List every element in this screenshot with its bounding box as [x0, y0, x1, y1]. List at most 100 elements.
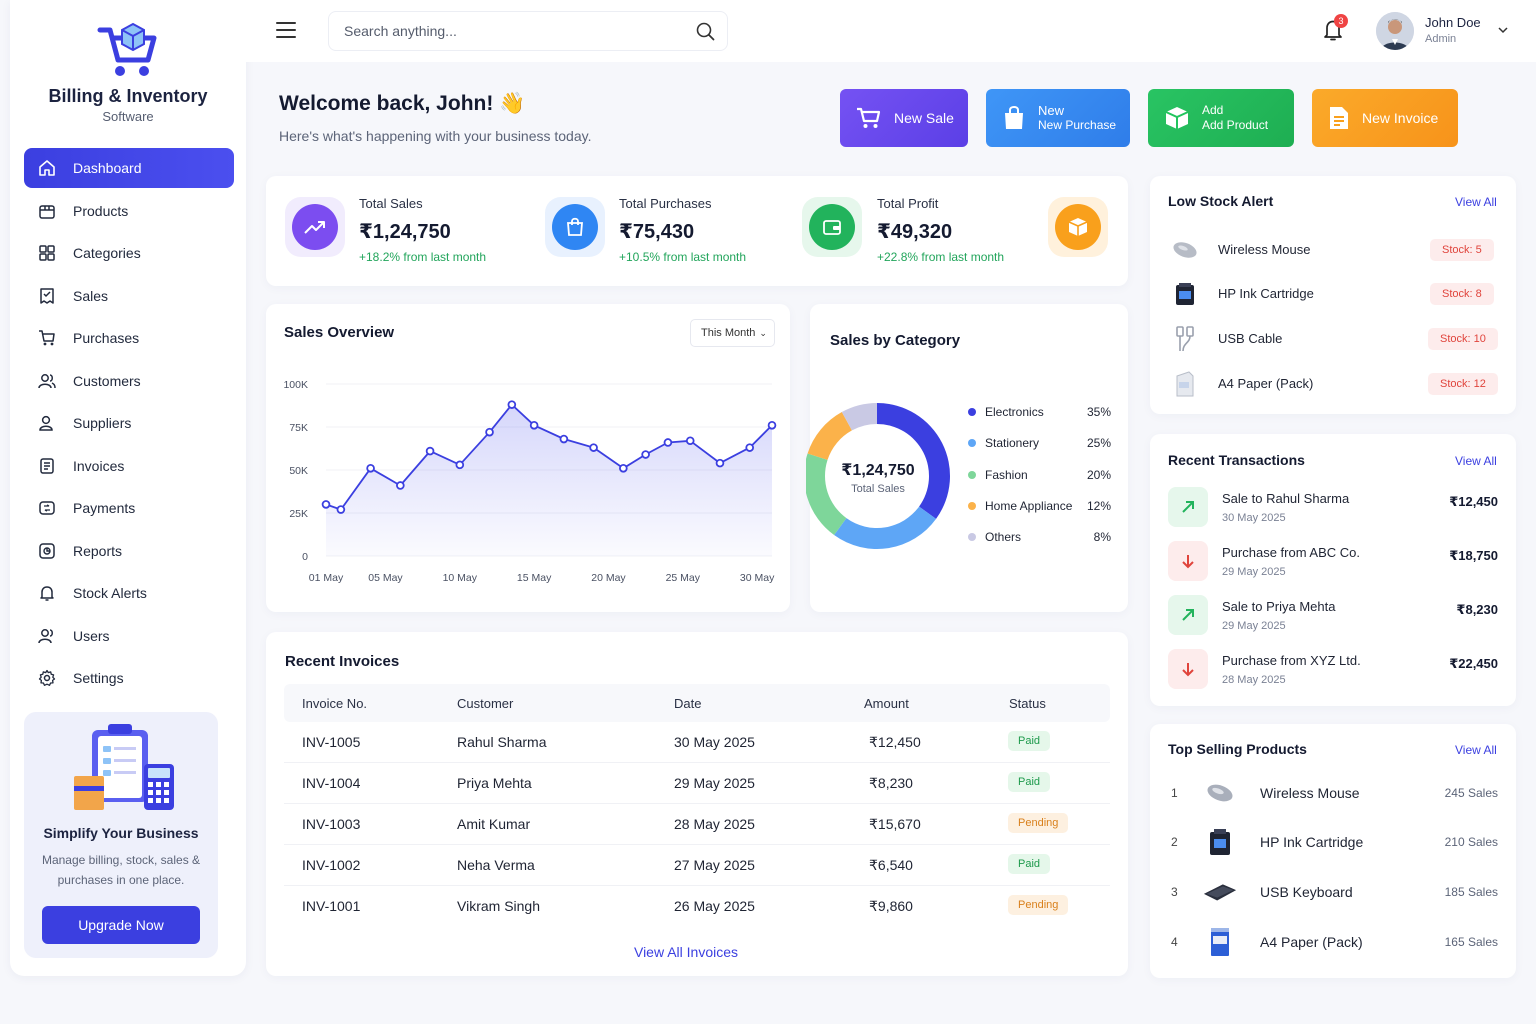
sidebar-item-products[interactable]: Products	[24, 191, 234, 231]
low-stock-item-name: Wireless Mouse	[1218, 242, 1311, 257]
mouse-icon	[1202, 775, 1238, 811]
search-icon[interactable]	[696, 22, 715, 41]
top-selling-view-all-link[interactable]: View All	[1455, 743, 1497, 757]
product-name: HP Ink Cartridge	[1260, 834, 1364, 850]
invoice-number[interactable]: INV-1005	[302, 734, 360, 750]
package-icon	[1055, 204, 1101, 250]
sales-data-point[interactable]	[529, 420, 539, 430]
pie-slice[interactable]	[807, 412, 852, 460]
donut-center-label: Total Sales	[851, 483, 905, 495]
sales-data-point[interactable]	[589, 443, 598, 452]
sales-data-point[interactable]	[685, 436, 695, 446]
sidebar-item-stock-alerts[interactable]: Stock Alerts	[24, 573, 234, 613]
avatar[interactable]	[1376, 12, 1414, 50]
new-purchase-label-1: New	[1038, 103, 1065, 118]
legend-item: Electronics 35%	[968, 405, 1111, 419]
invoice-number[interactable]: INV-1001	[302, 898, 360, 914]
legend-label: Fashion	[985, 467, 1028, 482]
status-badge: Paid	[1008, 772, 1051, 792]
report-icon	[38, 542, 56, 560]
column-header-date: Date	[674, 696, 702, 711]
invoice-number[interactable]: INV-1004	[302, 775, 360, 791]
sales-data-point[interactable]	[559, 434, 569, 444]
column-header-invoice: Invoice No.	[302, 696, 368, 711]
add-product-button[interactable]: Add Add Product	[1148, 89, 1294, 147]
sales-data-point[interactable]	[425, 446, 435, 456]
transaction-name: Purchase from XYZ Ltd.	[1222, 653, 1361, 668]
total-sales-value: ₹1,24,750	[359, 221, 451, 243]
transactions-view-all-link[interactable]: View All	[1455, 454, 1497, 468]
stock-badge: Stock: 5	[1430, 239, 1494, 261]
menu-icon[interactable]	[276, 22, 296, 40]
invoice-amount: ₹12,450	[869, 734, 921, 750]
total-profit-change: +22.8% from last month	[877, 250, 1005, 264]
page-title: Welcome back, John! 👋	[279, 92, 526, 115]
low-stock-view-all-link[interactable]: View All	[1455, 195, 1497, 209]
pie-slice[interactable]	[834, 506, 937, 549]
sidebar-item-label: Products	[73, 202, 129, 219]
sidebar-item-suppliers[interactable]: Suppliers	[24, 403, 234, 443]
brand-logo[interactable]: Billing & Inventory Software	[10, 22, 246, 124]
search-input[interactable]	[329, 12, 669, 50]
paper-pack-icon	[1202, 924, 1238, 960]
receipt-icon	[38, 287, 56, 305]
total-purchases-value: ₹75,430	[619, 221, 695, 243]
sidebar-item-users[interactable]: Users	[24, 616, 234, 656]
x-tick-label: 10 May	[443, 572, 478, 584]
sales-data-point[interactable]	[336, 505, 346, 514]
sales-data-point[interactable]	[641, 450, 650, 459]
transaction-amount: ₹18,750	[1449, 548, 1498, 563]
sales-data-point[interactable]	[455, 460, 465, 470]
recent-invoices-title: Recent Invoices	[285, 653, 400, 670]
invoice-number[interactable]: INV-1002	[302, 857, 360, 873]
invoice-number[interactable]: INV-1003	[302, 816, 360, 832]
new-purchase-button[interactable]: New New Purchase	[986, 89, 1130, 147]
x-tick-label: 15 May	[517, 572, 552, 584]
sidebar-item-customers[interactable]: Customers	[24, 361, 234, 401]
sales-data-point[interactable]	[507, 400, 517, 409]
sales-data-point[interactable]	[715, 458, 725, 468]
total-profit-value: ₹49,320	[877, 221, 953, 243]
sidebar-item-reports[interactable]: Reports	[24, 531, 234, 571]
cart-icon	[856, 106, 882, 130]
sales-data-point[interactable]	[485, 427, 494, 437]
sales-data-point[interactable]	[767, 420, 777, 430]
sidebar-item-label: Purchases	[73, 330, 140, 346]
sidebar-item-sales[interactable]: Sales	[24, 276, 234, 316]
arrow-down-icon	[1168, 649, 1208, 689]
period-select[interactable]: This Month ⌄	[690, 319, 775, 347]
new-sale-button[interactable]: New Sale	[840, 89, 968, 147]
sidebar-item-settings[interactable]: Settings	[24, 658, 234, 698]
y-tick-label: 75K	[289, 422, 308, 434]
sales-data-point[interactable]	[745, 443, 755, 452]
notification-bell[interactable]: 3	[1322, 14, 1348, 47]
upgrade-now-button[interactable]: Upgrade Now	[42, 906, 200, 944]
new-invoice-button[interactable]: New Invoice	[1312, 89, 1458, 147]
sales-data-point[interactable]	[366, 463, 375, 473]
sidebar-nav: Dashboard Products Categories Sales Purc…	[24, 148, 234, 701]
sales-data-point[interactable]	[663, 438, 673, 447]
user-icon	[38, 627, 56, 645]
sidebar-item-purchases[interactable]: Purchases	[24, 318, 234, 358]
legend-label: Stationery	[985, 436, 1040, 451]
sidebar-item-label: Settings	[73, 670, 124, 686]
sidebar-item-payments[interactable]: Payments	[24, 488, 234, 528]
topbar: 3 John Doe Admin	[246, 0, 1536, 62]
sidebar-item-label: Stock Alerts	[73, 585, 147, 601]
sales-data-point[interactable]	[396, 481, 405, 490]
status-badge: Pending	[1008, 813, 1069, 833]
sidebar-item-invoices[interactable]: Invoices	[24, 446, 234, 486]
invoice-customer: Rahul Sharma	[457, 734, 547, 750]
product-rank: 2	[1171, 835, 1178, 849]
sidebar-item-dashboard[interactable]: Dashboard	[24, 148, 234, 188]
sales-data-point[interactable]	[321, 500, 331, 509]
low-stock-item-name: HP Ink Cartridge	[1218, 286, 1314, 301]
sales-data-point[interactable]	[619, 463, 628, 473]
legend-label: Electronics	[985, 405, 1044, 419]
view-all-invoices-link[interactable]: View All Invoices	[586, 944, 786, 960]
user-avatar-icon	[1376, 12, 1414, 50]
column-header-customer: Customer	[457, 696, 514, 711]
arrow-down-icon	[1168, 541, 1208, 581]
sidebar-item-categories[interactable]: Categories	[24, 233, 234, 273]
chevron-down-icon[interactable]	[1497, 24, 1509, 36]
